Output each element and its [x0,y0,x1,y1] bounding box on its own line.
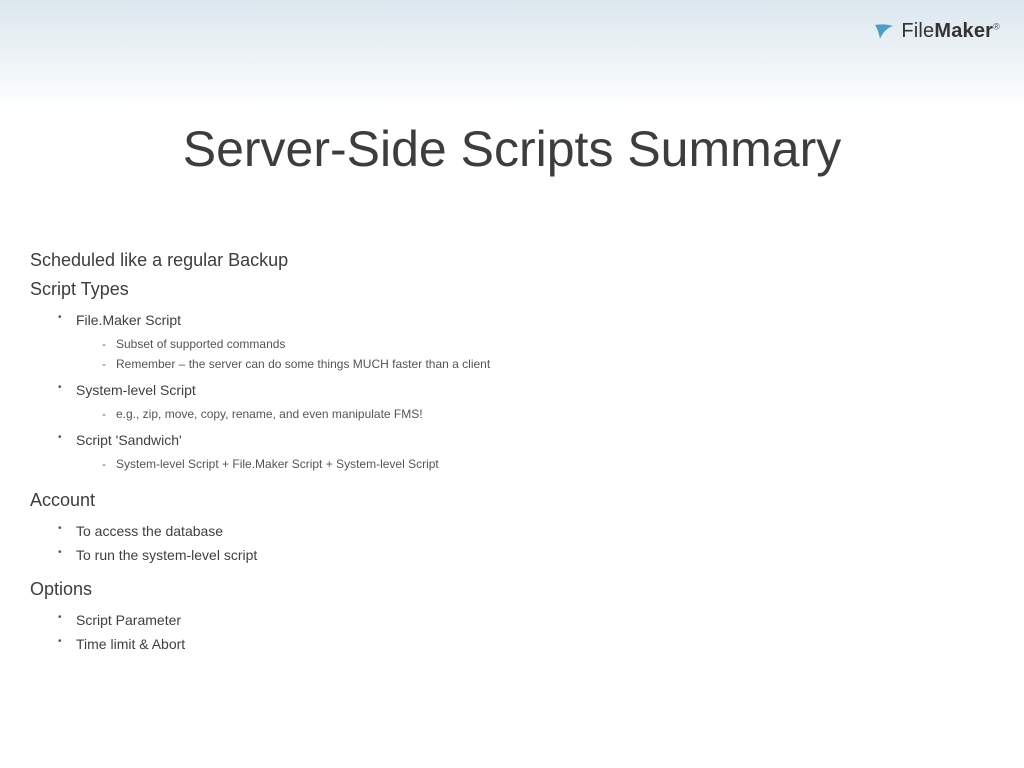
section-heading: Options [30,579,994,600]
list-item: To run the system-level script [58,543,994,567]
list-item: System-level Script e.g., zip, move, cop… [58,378,994,428]
list-item: Script 'Sandwich' System-level Script + … [58,428,994,478]
list-item: To access the database [58,519,994,543]
section-heading: Script Types [30,279,994,300]
brand-prefix: File [901,20,934,42]
brand-suffix: Maker [934,20,993,42]
list-item-label: File.Maker Script [76,312,181,328]
filemaker-swoosh-icon [873,23,895,41]
list-item-label: To access the database [76,523,223,539]
sub-list-item: e.g., zip, move, copy, rename, and even … [102,404,994,424]
section-script-types: Script Types File.Maker Script Subset of… [30,279,994,478]
list-item: Time limit & Abort [58,632,994,656]
list-item-label: Script Parameter [76,612,181,628]
section-heading: Scheduled like a regular Backup [30,250,994,271]
page-title: Server-Side Scripts Summary [0,120,1024,178]
brand-text: FileMaker® [901,20,1000,43]
section-account: Account To access the database To run th… [30,490,994,567]
list-item: File.Maker Script Subset of supported co… [58,308,994,378]
brand-registered-icon: ® [993,21,1000,31]
sub-list-item: Subset of supported commands [102,334,994,354]
brand-logo: FileMaker® [873,20,1000,43]
sub-list-item: Remember – the server can do some things… [102,354,994,374]
list-item-label: Script 'Sandwich' [76,432,182,448]
list-item: Script Parameter [58,608,994,632]
header-gradient [0,0,1024,110]
section-scheduled: Scheduled like a regular Backup [30,250,994,271]
list-item-label: System-level Script [76,382,196,398]
content-area: Scheduled like a regular Backup Script T… [30,248,994,662]
list-item-label: Time limit & Abort [76,636,185,652]
list-item-label: To run the system-level script [76,547,257,563]
section-options: Options Script Parameter Time limit & Ab… [30,579,994,656]
section-heading: Account [30,490,994,511]
sub-list-item: System-level Script + File.Maker Script … [102,454,994,474]
